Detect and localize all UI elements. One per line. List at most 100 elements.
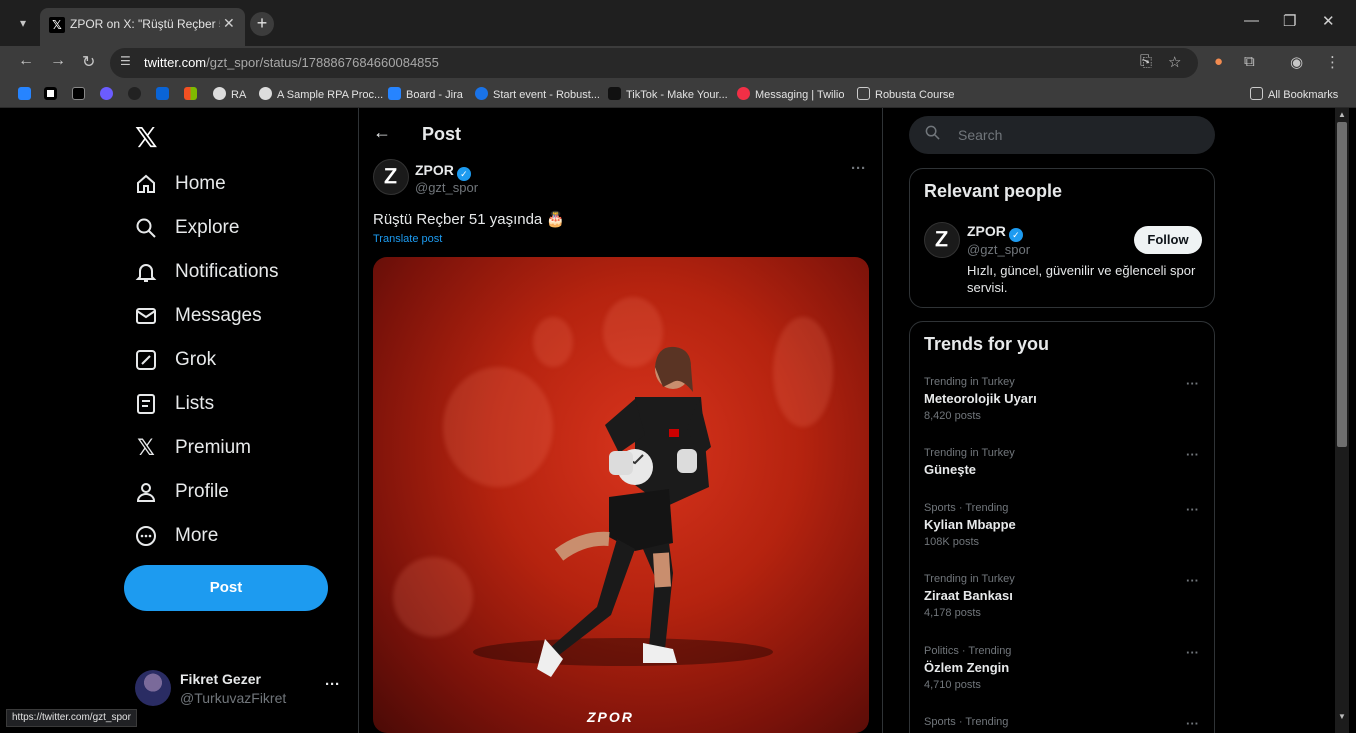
bookmark-start-event[interactable]: Start event - Robust... [475, 87, 600, 101]
post-image[interactable]: ZPOR [373, 257, 869, 733]
search-placeholder: Search [958, 127, 1003, 143]
reload-icon[interactable]: ↻ [82, 52, 95, 72]
close-window-icon[interactable]: ✕ [1322, 12, 1335, 30]
trend-item[interactable]: Sports · Trending Kylian Mbappe 108K pos… [924, 502, 1204, 548]
more-dots-icon[interactable]: ··· [325, 676, 340, 693]
tab-close-icon[interactable]: ✕ [223, 15, 235, 32]
post-more-icon[interactable]: ··· [851, 160, 866, 177]
trend-count: 8,420 posts [924, 410, 981, 422]
search-input[interactable]: Search [909, 116, 1215, 154]
bookmark-tiktok[interactable]: TikTok - Make Your... [608, 87, 728, 101]
site-info-icon[interactable]: ☰ [120, 54, 138, 72]
bookmark-ra[interactable]: RA [213, 87, 246, 101]
nav-more[interactable]: More [135, 516, 218, 556]
jira-bookmark-icon[interactable] [18, 87, 36, 101]
tab-search-chevron-icon[interactable]: ▾ [12, 12, 34, 34]
trend-item[interactable]: Trending in Turkey Güneşte ··· [924, 447, 1204, 481]
x-logo-icon[interactable]: 𝕏 [135, 121, 158, 154]
x-favicon-icon: 𝕏 [49, 17, 65, 33]
minimize-icon[interactable]: — [1244, 12, 1259, 29]
scroll-up-icon[interactable]: ▲ [1338, 110, 1346, 119]
all-bookmarks[interactable]: All Bookmarks [1250, 87, 1338, 101]
square-bookmark-icon[interactable] [44, 87, 62, 101]
scroll-thumb[interactable] [1337, 122, 1347, 447]
post-author-handle[interactable]: @gzt_spor [415, 180, 478, 195]
bookmark-star-icon[interactable]: ☆ [1168, 53, 1181, 71]
nav-profile[interactable]: Profile [135, 472, 229, 512]
trend-meta: Sports · Trending [924, 716, 1009, 728]
translate-post-link[interactable]: Translate post [373, 233, 442, 245]
back-arrow-icon[interactable]: ← [373, 122, 391, 143]
trend-count: 4,178 posts [924, 607, 981, 619]
browser-menu-icon[interactable]: ⋮ [1325, 53, 1340, 71]
relevant-person-handle[interactable]: @gzt_spor [967, 242, 1030, 257]
extensions-puzzle-icon[interactable]: ⧉ [1244, 53, 1255, 70]
zpor-watermark: ZPOR [587, 709, 634, 725]
trend-item[interactable]: Trending in Turkey Ziraat Bankası 4,178 … [924, 573, 1204, 619]
nav-lists-label: Lists [175, 393, 215, 414]
nav-notifications-label: Notifications [175, 261, 279, 282]
bookmark-jira-board[interactable]: Board - Jira [388, 87, 463, 101]
nav-home[interactable]: Home [135, 164, 226, 204]
globe-icon [259, 87, 272, 100]
scroll-down-icon[interactable]: ▼ [1338, 712, 1346, 721]
post-author-name[interactable]: ZPOR ✓ [415, 162, 471, 181]
trend-more-icon[interactable]: ··· [1186, 447, 1199, 462]
bookmark-rpa[interactable]: A Sample RPA Proc... [259, 87, 383, 101]
nav-messages[interactable]: Messages [135, 296, 262, 336]
microsoft-bookmark-icon[interactable] [184, 87, 202, 101]
browser-tabstrip: ▾ 𝕏 ZPOR on X: "Rüştü Reçber 51 y ✕ + — … [0, 0, 1356, 46]
outlook-bookmark-icon[interactable] [156, 87, 174, 101]
url-text[interactable]: twitter.com/gzt_spor/status/178886768466… [144, 55, 439, 70]
address-bar[interactable]: ☰ twitter.com/gzt_spor/status/1788867684… [110, 48, 1198, 78]
new-tab-button[interactable]: + [250, 12, 274, 36]
trends-card: Trends for you Trending in Turkey Meteor… [909, 321, 1215, 733]
blue-bookmark-icon[interactable] [100, 87, 118, 101]
trend-name: Özlem Zengin [924, 660, 1010, 675]
trend-name: Kylian Mbappe [924, 517, 1016, 532]
nav-lists[interactable]: Lists [135, 384, 214, 424]
relevant-people-title: Relevant people [924, 181, 1063, 201]
trend-more-icon[interactable]: ··· [1186, 502, 1199, 517]
extension-icon[interactable]: ● [1214, 53, 1223, 70]
github-bookmark-icon[interactable] [128, 87, 146, 101]
post-button[interactable]: Post [124, 565, 328, 611]
more-circle-icon [135, 525, 157, 547]
follow-button[interactable]: Follow [1134, 226, 1202, 254]
trend-meta: Sports · Trending [924, 502, 1009, 514]
bookmark-robusta-course[interactable]: Robusta Course [857, 87, 955, 101]
nav-grok[interactable]: Grok [135, 340, 216, 380]
avatar [135, 670, 171, 706]
forward-icon[interactable]: → [50, 52, 66, 70]
cloud-icon [475, 87, 488, 100]
trend-more-icon[interactable]: ··· [1186, 645, 1199, 660]
bookmarks-bar: RA A Sample RPA Proc... Board - Jira Sta… [0, 80, 1356, 108]
trend-item[interactable]: Trending in Turkey Meteorolojik Uyarı 8,… [924, 376, 1204, 422]
page-scrollbar[interactable]: ▲ ▼ [1335, 108, 1349, 733]
search-icon [135, 217, 157, 239]
nav-premium[interactable]: 𝕏 Premium [135, 428, 251, 468]
nav-notifications[interactable]: Notifications [135, 252, 279, 292]
relevant-person-name[interactable]: ZPOR ✓ [967, 223, 1023, 242]
trend-more-icon[interactable]: ··· [1186, 716, 1199, 731]
trend-meta: Trending in Turkey [924, 573, 1015, 585]
trend-item[interactable]: Politics · Trending Özlem Zengin 4,710 p… [924, 645, 1204, 691]
trend-meta: Trending in Turkey [924, 447, 1015, 459]
bookmark-twilio[interactable]: Messaging | Twilio [737, 87, 844, 101]
restore-icon[interactable]: ❐ [1283, 12, 1296, 30]
back-icon[interactable]: ← [18, 52, 34, 70]
trend-item[interactable]: Sports · Trending ··· [924, 716, 1204, 731]
nav-explore[interactable]: Explore [135, 208, 239, 248]
trends-title: Trends for you [924, 334, 1050, 354]
trend-more-icon[interactable]: ··· [1186, 376, 1199, 391]
trend-more-icon[interactable]: ··· [1186, 573, 1199, 588]
folder-icon [857, 87, 870, 100]
install-app-icon[interactable]: ⎘ [1140, 53, 1152, 70]
relevant-person-avatar[interactable]: Ꮓ [924, 222, 960, 258]
post-author-avatar[interactable]: Ꮓ [373, 159, 409, 195]
browser-tab[interactable]: 𝕏 ZPOR on X: "Rüştü Reçber 51 y ✕ [40, 8, 245, 46]
x-bookmark-icon[interactable] [72, 87, 90, 101]
profile-avatar-icon[interactable]: ◉ [1290, 53, 1303, 71]
nav-home-label: Home [175, 173, 226, 194]
account-switcher[interactable]: Fikret Gezer @TurkuvazFikret ··· [133, 668, 348, 712]
